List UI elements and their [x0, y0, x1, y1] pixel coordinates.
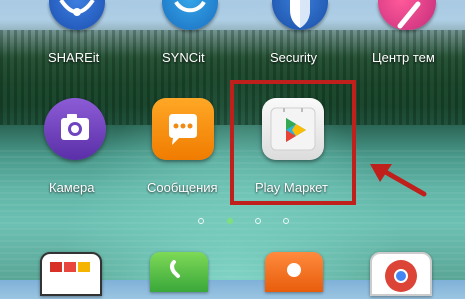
phone-icon[interactable]	[150, 252, 208, 292]
page-dot-1[interactable]	[198, 218, 204, 224]
google-apps-folder-icon[interactable]	[40, 252, 102, 296]
app-label-shareit: SHAREit	[48, 50, 100, 65]
highlight-box	[230, 80, 356, 205]
page-dot-3[interactable]	[255, 218, 261, 224]
app-label-syncit: SYNCit	[162, 50, 205, 65]
messages-icon[interactable]	[152, 98, 214, 160]
theme-center-icon[interactable]	[378, 0, 436, 30]
app-label-messages: Сообщения	[147, 180, 218, 195]
chrome-browser-icon[interactable]	[370, 252, 432, 296]
page-dot-2-active[interactable]	[227, 218, 233, 224]
security-shield-icon[interactable]	[272, 0, 328, 30]
page-dot-4[interactable]	[283, 218, 289, 224]
annotation-arrow-icon	[370, 164, 427, 197]
camera-icon[interactable]	[44, 98, 106, 160]
app-label-camera: Камера	[49, 180, 95, 195]
syncit-icon[interactable]	[162, 0, 218, 30]
contacts-icon[interactable]	[265, 252, 323, 292]
app-label-security: Security	[270, 50, 317, 65]
shareit-icon[interactable]	[49, 0, 105, 30]
app-label-theme-center: Центр тем	[372, 50, 435, 65]
